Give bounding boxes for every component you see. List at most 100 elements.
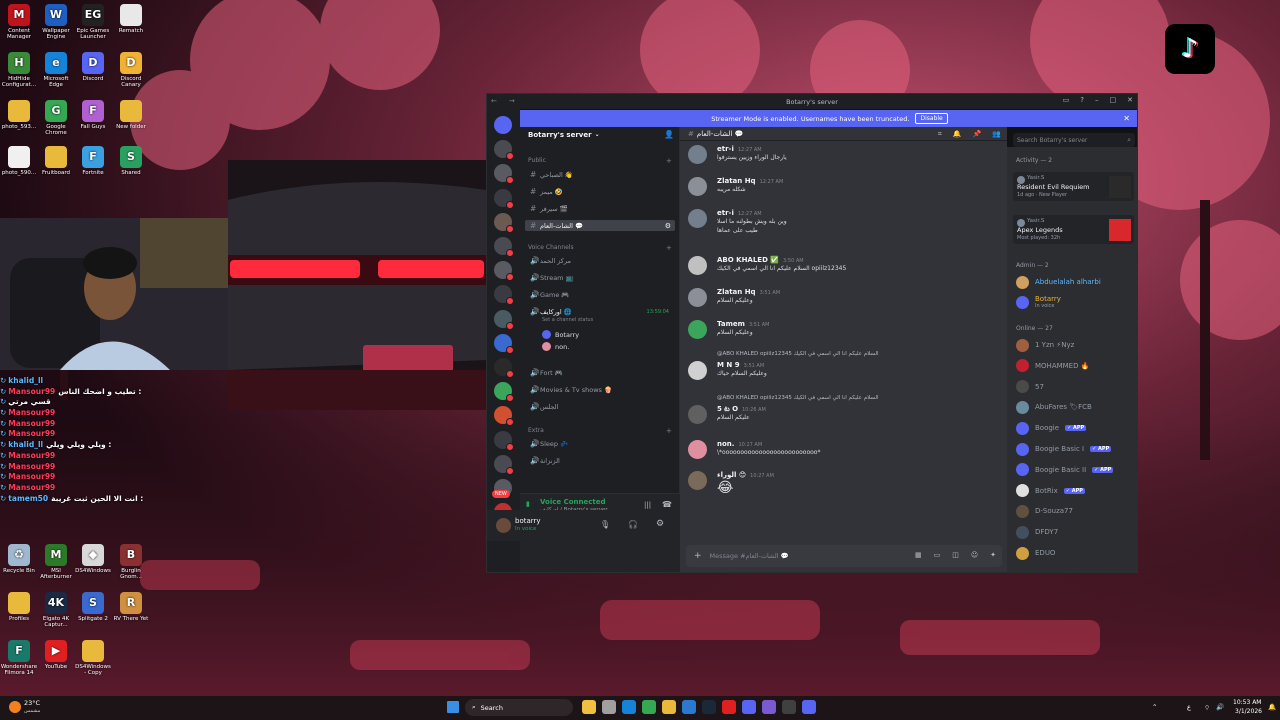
desktop-icon[interactable]: DS4Windows - Copy — [74, 640, 112, 677]
desktop-icon[interactable]: F Fortnite — [74, 146, 112, 176]
threads-icon[interactable]: ⌗ — [938, 130, 942, 139]
avatar[interactable] — [688, 209, 707, 228]
member-row[interactable]: DFDY7 — [1016, 524, 1136, 540]
user-avatar[interactable] — [496, 518, 511, 533]
server-icon[interactable] — [494, 309, 514, 330]
app-icon[interactable] — [762, 700, 776, 714]
desktop-icon[interactable]: 4K Elgato 4K Captur... — [37, 592, 75, 629]
network-icon[interactable]: ⌔ — [1204, 703, 1210, 712]
desktop-icon[interactable]: M Content Manager — [0, 4, 38, 41]
desktop-icon[interactable]: B Burglin Gnom... — [112, 544, 150, 581]
avatar[interactable] — [688, 177, 707, 196]
desktop-icon[interactable]: ♻ Recycle Bin — [0, 544, 38, 574]
back-arrow-icon[interactable]: ← — [491, 97, 497, 105]
voice-channel[interactable]: 🔊 مركز الحمد — [525, 255, 675, 266]
server-icon[interactable] — [494, 454, 514, 475]
member-row[interactable]: Boogie ✓ APP — [1016, 420, 1136, 436]
message-author[interactable]: etr-i — [717, 209, 734, 217]
file-explorer-icon[interactable] — [582, 700, 596, 714]
member-row[interactable]: BotRix ✓ APP — [1016, 483, 1136, 499]
message-author[interactable]: M N 9 — [717, 361, 740, 369]
server-icon[interactable] — [494, 285, 514, 306]
desktop-icon[interactable]: Rematch — [112, 4, 150, 34]
keyboard-language[interactable]: ع — [1187, 703, 1191, 711]
discord-home-icon[interactable] — [494, 116, 512, 134]
avatar[interactable] — [688, 320, 707, 339]
server-icon[interactable] — [494, 382, 514, 403]
task-view-icon[interactable] — [602, 700, 616, 714]
voice-channel[interactable]: 🔊 Movies & Tv shows 🍿 — [525, 384, 675, 395]
member-row[interactable]: Abduelalah alharbi — [1016, 274, 1136, 290]
member-row[interactable]: 57 — [1016, 379, 1136, 395]
desktop-icon[interactable]: H HidHide Configurat... — [0, 52, 38, 89]
discord-icon[interactable] — [742, 700, 756, 714]
desktop-icon[interactable]: ◆ DS4Windows — [74, 544, 112, 574]
emoji-icon[interactable]: ✦ — [990, 551, 996, 559]
reply-preview[interactable]: @ABO KHALED opiilz12345 السلام عليكم انا… — [717, 395, 879, 401]
voice-user[interactable]: non. — [542, 342, 569, 351]
voice-channel[interactable]: 🔊 Stream 📺 — [525, 272, 675, 283]
inbox-icon[interactable]: ▭ — [1063, 96, 1070, 104]
server-icon[interactable] — [494, 237, 514, 257]
desktop-icon[interactable]: F Fall Guys — [74, 100, 112, 130]
server-name-header[interactable]: Botarry's server ⌄ 👤 — [520, 128, 679, 141]
weather-icon[interactable] — [9, 701, 21, 713]
desktop-icon[interactable]: D Discord — [74, 52, 112, 82]
message-author[interactable]: non. — [717, 440, 734, 448]
headphones-icon[interactable]: 🎧 — [628, 520, 638, 529]
desktop-icon[interactable]: New folder — [112, 100, 150, 130]
message-author[interactable]: Zlatan Hq — [717, 177, 756, 185]
message-input[interactable]: Message #الشات-العام 💬 — [710, 552, 789, 560]
server-icon[interactable] — [494, 188, 514, 209]
disconnect-icon[interactable]: ☎ — [662, 500, 672, 509]
server-icon[interactable] — [494, 406, 514, 427]
new-badge[interactable]: NEW — [492, 490, 510, 498]
noise-suppression-icon[interactable]: ||| — [644, 501, 651, 509]
member-row[interactable]: MOHAMMED 🔥 — [1016, 358, 1136, 374]
member-row[interactable]: 1 Yzn ⚡Nyz — [1016, 337, 1136, 353]
voice-channel[interactable]: 🔊 Game 🎮 — [525, 289, 675, 300]
desktop-icon[interactable]: R RV There Yet — [112, 592, 150, 622]
app-icon[interactable] — [782, 700, 796, 714]
member-row[interactable]: Boogie Basic I ✓ APP — [1016, 441, 1136, 457]
server-icon[interactable] — [494, 261, 514, 282]
member-list-icon[interactable]: 👥 — [992, 130, 1001, 139]
close-icon[interactable]: ✕ — [1123, 114, 1130, 123]
desktop-icon[interactable]: F Wondershare Filmora 14 — [0, 640, 38, 677]
voice-channel[interactable]: 🔊 الجلس — [525, 401, 675, 412]
apps-icon[interactable]: ▦ — [915, 551, 922, 559]
message-author[interactable]: Tamem — [717, 320, 745, 328]
reply-preview[interactable]: @ABO KHALED opiilz12345 السلام عليكم انا… — [717, 351, 879, 357]
notification-bell-icon[interactable]: 🔔 — [1268, 703, 1276, 711]
text-channel[interactable]: # ميمز 🤣 — [525, 186, 675, 197]
voice-user[interactable]: Botarry — [542, 330, 579, 339]
mail-icon[interactable] — [682, 700, 696, 714]
forward-arrow-icon[interactable]: → — [509, 97, 515, 105]
minimize-button[interactable]: – — [1095, 96, 1099, 104]
add-channel-icon[interactable]: + — [666, 244, 672, 252]
voice-channel[interactable]: 🔊 الزنزانة — [525, 455, 675, 466]
bell-icon[interactable]: 🔔 — [953, 130, 962, 139]
disable-button[interactable]: Disable — [915, 113, 948, 124]
member-row[interactable]: Botarry In voice — [1016, 294, 1136, 310]
desktop-icon[interactable]: W Wallpaper Engine — [37, 4, 75, 41]
desktop-icon[interactable]: Profiles — [0, 592, 38, 622]
desktop-icon[interactable]: EG Epic Games Launcher — [74, 4, 112, 41]
maximize-button[interactable]: □ — [1110, 96, 1117, 104]
steam-icon[interactable] — [702, 700, 716, 714]
desktop-icon[interactable]: M MSI Afterburner — [37, 544, 75, 581]
activity-card[interactable]: Yasir.S Apex Legends Most played: 32h — [1013, 215, 1134, 244]
gif-icon[interactable]: ◫ — [952, 551, 959, 559]
member-row[interactable]: AbuFares 🏷FCB — [1016, 399, 1136, 415]
youtube-icon[interactable] — [722, 700, 736, 714]
start-button[interactable] — [447, 701, 459, 713]
server-icon[interactable] — [494, 358, 514, 378]
desktop-icon[interactable]: e Microsoft Edge — [37, 52, 75, 89]
text-channel[interactable]: # الشات-العام 💬 ⚙ — [525, 220, 675, 231]
settings-gear-icon[interactable]: ⚙ — [656, 519, 664, 529]
discord-icon[interactable] — [802, 700, 816, 714]
chrome-icon[interactable] — [642, 700, 656, 714]
tiktok-icon[interactable]: ♪ — [1165, 24, 1215, 74]
server-icon[interactable] — [494, 430, 514, 451]
close-button[interactable]: ✕ — [1127, 96, 1133, 104]
